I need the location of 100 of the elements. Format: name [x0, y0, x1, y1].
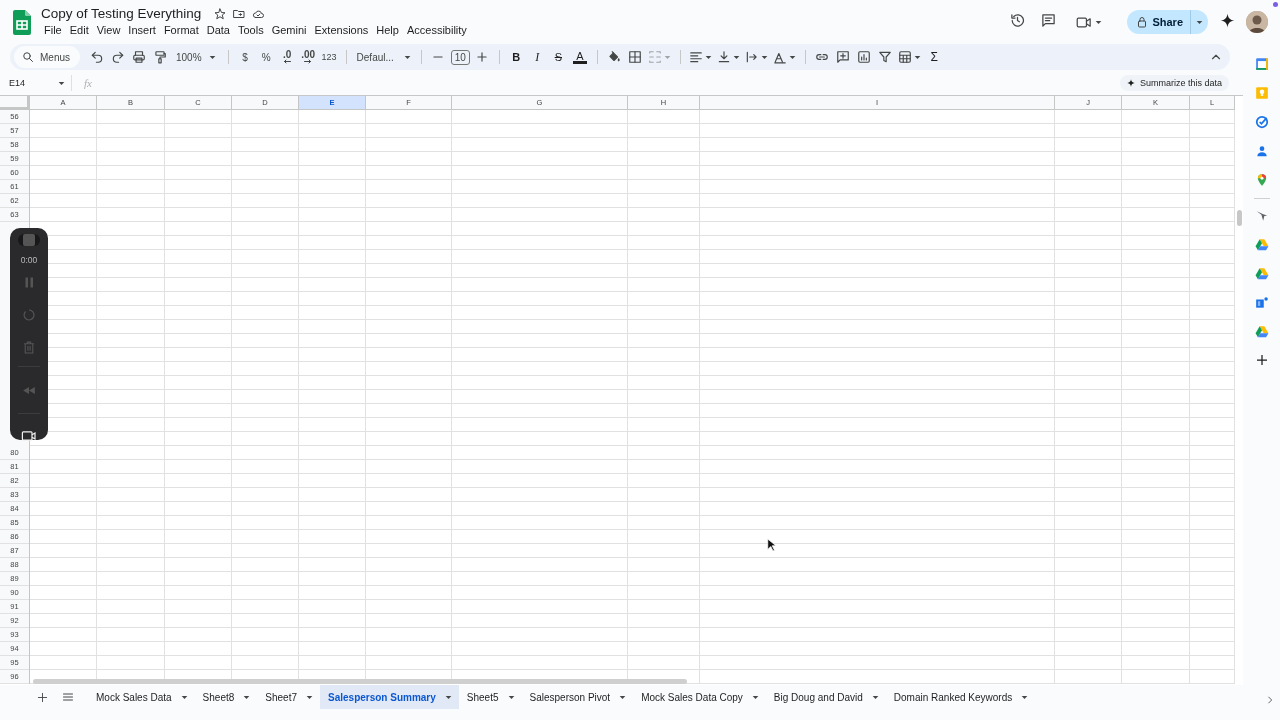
caret-icon[interactable] [444, 693, 452, 701]
caret-icon[interactable] [761, 53, 769, 61]
menu-item[interactable]: File [41, 22, 67, 38]
cloud-icon[interactable] [252, 7, 266, 20]
strikethrough-button[interactable]: S [547, 46, 569, 68]
sparkle-icon[interactable] [1220, 12, 1235, 28]
calendar-icon[interactable] [1254, 57, 1269, 71]
bold-button[interactable]: B [505, 46, 527, 68]
font-button[interactable]: Defaul... [352, 46, 415, 68]
horizontal-scrollbar[interactable] [33, 679, 687, 684]
paint-format-icon [152, 50, 167, 64]
chevron-right-icon[interactable] [1265, 695, 1275, 705]
increase-decimals-button[interactable]: .00 [297, 46, 319, 68]
menu-item[interactable]: Help [373, 22, 404, 38]
align-icon [689, 50, 704, 64]
video-camera-icon[interactable] [21, 430, 37, 442]
caret-icon[interactable] [180, 693, 188, 701]
function-label: fx [84, 77, 92, 89]
caret-icon[interactable] [733, 53, 741, 61]
drive-icon[interactable] [1254, 267, 1269, 281]
stop-recording-button[interactable] [18, 234, 40, 246]
caret-icon[interactable] [507, 693, 515, 701]
caret-icon[interactable] [1196, 18, 1203, 26]
menu-item[interactable]: View [93, 22, 126, 38]
menu-item[interactable]: Accessibility [403, 22, 472, 38]
sheet-tab[interactable]: Mock Sales Data [88, 685, 195, 709]
drive-icon[interactable] [1254, 325, 1269, 339]
italic-button[interactable]: I [526, 46, 548, 68]
sheet-tab[interactable]: Sheet5 [458, 685, 522, 709]
menu-item[interactable]: Insert [125, 22, 161, 38]
caret-icon[interactable] [403, 53, 411, 61]
menu-icon [62, 691, 74, 703]
caret-icon[interactable] [871, 693, 879, 701]
sheet-tab[interactable]: Mock Sales Data Copy [633, 685, 766, 709]
caret-icon[interactable] [789, 53, 797, 61]
decrease-decimals-button[interactable]: .0 [276, 46, 298, 68]
redo-icon [110, 50, 125, 64]
star-icon[interactable] [214, 7, 227, 20]
undo-icon [89, 50, 104, 64]
right-arrow-icon [304, 59, 313, 64]
sparkle-icon [1126, 79, 1135, 87]
menu-item[interactable]: Tools [234, 22, 269, 38]
share-button[interactable]: Share [1127, 10, 1190, 34]
restart-icon[interactable] [22, 308, 36, 322]
caret-icon[interactable] [243, 693, 251, 701]
percent-button[interactable]: % [255, 46, 277, 68]
avatar[interactable] [1246, 11, 1268, 33]
lock-icon [1137, 16, 1148, 28]
menu-item[interactable]: Extensions [311, 22, 374, 38]
menu-item[interactable]: Format [160, 22, 204, 38]
menu-item[interactable]: Gemini [268, 22, 312, 38]
video-camera-icon[interactable] [1076, 15, 1093, 29]
recording-timer: 0:00 [20, 255, 38, 265]
contacts-icon[interactable] [1254, 144, 1269, 158]
sheet-tab[interactable]: Sheet7 [257, 685, 320, 709]
sheets-logo-icon[interactable] [13, 9, 31, 35]
zoom-button[interactable]: 100% [170, 46, 222, 68]
cell-reference[interactable]: E14 [9, 78, 25, 88]
caret-icon[interactable] [619, 693, 627, 701]
text-wrap-icon [745, 50, 760, 64]
menu-item[interactable]: Edit [66, 22, 94, 38]
increase-font-size-icon [475, 50, 490, 64]
currency-button[interactable]: $ [234, 46, 256, 68]
sheet-tab[interactable]: Sheet8 [194, 685, 258, 709]
add-on-icon[interactable] [1254, 296, 1269, 310]
font-size-field[interactable]: 10 [450, 49, 470, 65]
mouse-pointer-icon [767, 538, 776, 552]
left-arrow-icon [283, 59, 292, 64]
caret-icon[interactable] [208, 53, 216, 61]
number-format-button[interactable]: 123 [318, 46, 340, 68]
caret-icon[interactable] [1021, 693, 1029, 701]
functions-button[interactable]: Σ [923, 46, 945, 68]
folder-icon[interactable] [233, 7, 246, 20]
caret-icon[interactable] [1095, 18, 1103, 26]
merge-icon [648, 50, 663, 64]
drive-icon[interactable] [1254, 238, 1269, 252]
table-icon [898, 50, 913, 64]
plus-icon [36, 691, 48, 703]
plus-icon[interactable] [1255, 354, 1268, 366]
sheet-tab[interactable]: Salesperson Summary [320, 685, 459, 709]
caret-icon[interactable] [914, 53, 922, 61]
caret-icon[interactable] [58, 79, 65, 87]
summarize-chip[interactable]: Summarize this data [1119, 75, 1229, 91]
menus-search-field[interactable]: Menus [14, 46, 80, 68]
chart-icon [857, 50, 872, 64]
sheet-tab[interactable]: Domain Ranked Keywords [885, 685, 1036, 709]
add-comment-icon [836, 50, 851, 64]
caret-icon[interactable] [306, 693, 313, 701]
vertical-scrollbar[interactable] [1237, 210, 1242, 226]
tasks-icon[interactable] [1254, 115, 1269, 129]
sheet-tab[interactable]: Big Doug and David [765, 685, 886, 709]
comment-icon[interactable] [1041, 12, 1057, 28]
document-title[interactable]: Copy of Testing Everything [41, 6, 202, 21]
history-icon[interactable] [1010, 12, 1026, 28]
menu-item[interactable]: Data [203, 22, 235, 38]
caret-icon[interactable] [705, 53, 713, 61]
vertical-align-icon [717, 50, 732, 64]
text-color-button[interactable]: A [572, 50, 587, 64]
caret-icon[interactable] [751, 693, 759, 701]
sheet-tab[interactable]: Salesperson Pivot [521, 685, 634, 709]
